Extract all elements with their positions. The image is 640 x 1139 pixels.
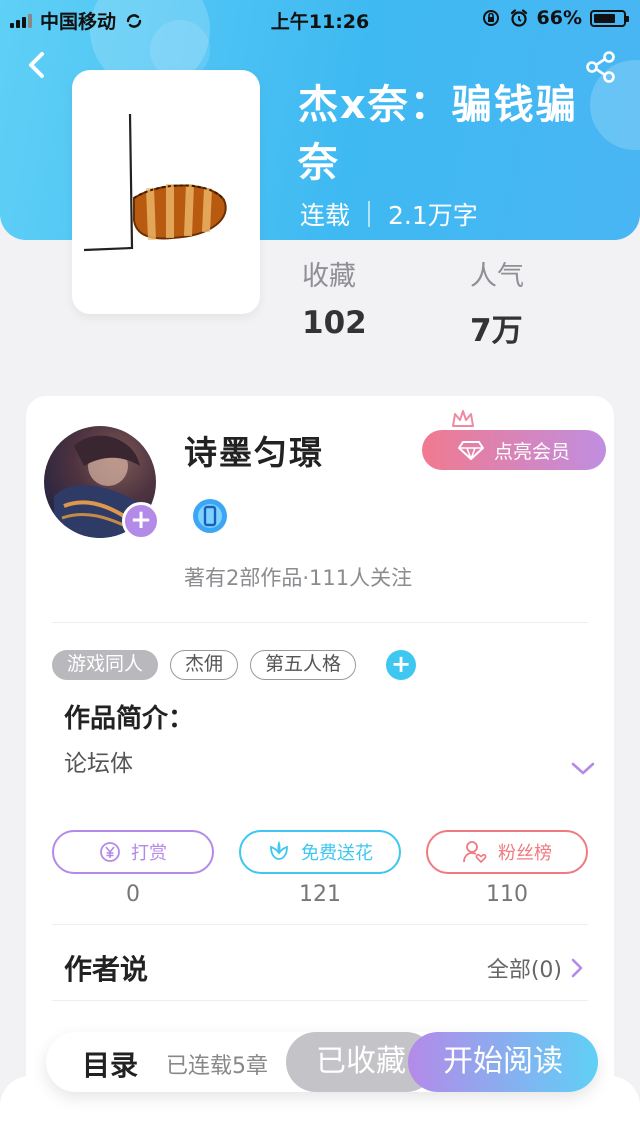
tag-item[interactable]: 游戏同人 [52,650,159,680]
chapter-count: 已连载5章 [166,1054,268,1079]
bottom-action-bar: 目录 已连载5章 已收藏 开始阅读 [46,1032,598,1092]
stat-value: 102 [302,305,367,341]
author-says-more[interactable]: 全部(0) [487,952,584,984]
alarm-icon [510,9,527,27]
orientation-lock-icon [482,10,499,26]
follow-plus-icon[interactable]: + [122,502,160,540]
detail-card: + 诗墨匀璟 点亮会员 著有2部作品·111人关注 游戏同人 杰佣 第五人格 +… [26,396,614,1116]
serial-status: 连载 [300,201,351,230]
author-name[interactable]: 诗墨匀璟 [184,426,324,474]
battery-percent: 66% [536,7,582,29]
chevron-right-icon [571,958,583,978]
author-says-row[interactable]: 作者说 全部(0) [64,948,584,988]
fans-rank-button[interactable]: 粉丝榜 110 [426,830,588,907]
author-avatar-wrap[interactable]: + [44,426,160,540]
stat-value: 7万 [470,313,523,349]
chevron-down-icon[interactable] [570,760,596,778]
intro-text: 论坛体 [64,751,133,777]
level-badge-icon [193,499,227,533]
add-tag-icon[interactable]: + [386,650,417,680]
diamond-icon [457,441,484,460]
flower-count: 121 [299,882,341,907]
back-arrow-icon[interactable] [22,48,52,82]
tag-list: 游戏同人 杰佣 第五人格 + [52,650,417,680]
status-bar: 中国移动 上午11:26 66% [0,0,640,36]
vip-button-label: 点亮会员 [493,440,570,463]
battery-icon [590,9,629,27]
author-says-more-label: 全部(0) [486,958,562,983]
send-flower-label: 免费送花 [301,843,373,864]
tip-button[interactable]: 打赏 0 [52,830,214,907]
word-count: 2.1万字 [388,201,478,230]
vip-button[interactable]: 点亮会员 [422,430,606,470]
tag-item[interactable]: 第五人格 [250,650,357,680]
start-reading-button[interactable]: 开始阅读 [408,1032,598,1092]
meta-divider [368,201,371,227]
fans-rank-label: 粉丝榜 [498,843,552,864]
divider [52,1000,588,1001]
book-title: 杰x奈：骗钱骗奈 [298,82,578,186]
catalog-button[interactable]: 目录 [82,1044,138,1084]
tag-item[interactable]: 杰佣 [170,650,239,680]
divider [52,924,588,925]
yuan-coin-icon [100,842,120,862]
fans-count: 110 [486,882,528,907]
cover-illustration [83,113,227,252]
tip-count: 0 [126,882,140,907]
stat-popularity: 人气 7万 [470,254,524,350]
stat-label: 收藏 [302,261,356,292]
stat-label: 人气 [470,261,524,292]
send-flower-button[interactable]: 免费送花 121 [239,830,401,907]
flower-icon [270,841,288,860]
book-cover[interactable] [72,70,260,314]
tip-label: 打赏 [131,843,167,864]
author-summary: 著有2部作品·111人关注 [184,566,413,590]
fan-heart-icon [463,841,487,864]
stat-favorites: 收藏 102 [302,254,367,341]
divider [52,622,588,623]
crown-icon [452,410,474,427]
author-says-heading: 作者说 [64,953,149,986]
intro-heading: 作品简介： [64,704,195,734]
book-meta: 连载 2.1万字 [300,196,478,232]
